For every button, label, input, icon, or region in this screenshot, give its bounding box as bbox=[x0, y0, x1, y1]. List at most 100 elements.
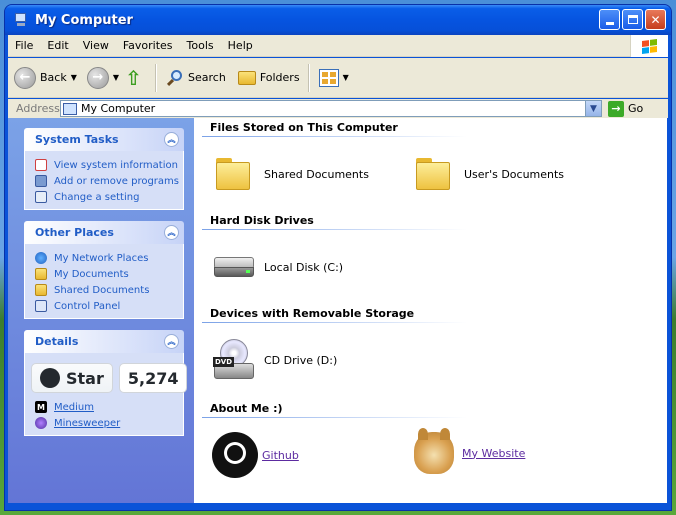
windows-logo-icon bbox=[630, 35, 668, 57]
github-star-widget: Star 5,274 bbox=[31, 363, 188, 393]
address-bar: Address My Computer ▼ → Go bbox=[8, 99, 668, 118]
up-folder-icon[interactable]: ⇧ bbox=[125, 67, 147, 89]
place-my-documents[interactable]: My Documents bbox=[35, 266, 183, 282]
minesweeper-icon bbox=[35, 417, 47, 429]
section-divider bbox=[202, 136, 467, 137]
task-pane: System Tasks ︽ View system information A… bbox=[8, 118, 194, 503]
section-hdd-title: Hard Disk Drives bbox=[210, 214, 314, 227]
title-bar[interactable]: My Computer ✕ bbox=[5, 5, 671, 35]
toolbar-separator bbox=[307, 63, 309, 92]
menu-bar: File Edit View Favorites Tools Help bbox=[8, 35, 668, 57]
medium-icon: M bbox=[35, 401, 47, 413]
collapse-icon[interactable]: ︽ bbox=[164, 132, 179, 147]
place-control-panel[interactable]: Control Panel bbox=[35, 298, 183, 314]
other-places-header[interactable]: Other Places ︽ bbox=[24, 221, 184, 244]
back-button[interactable]: ← Back ▼ bbox=[14, 66, 77, 89]
address-input[interactable]: My Computer ▼ bbox=[60, 100, 602, 117]
tile-my-website[interactable]: My Website bbox=[414, 428, 526, 474]
my-computer-window: My Computer ✕ File Edit View Favorites T… bbox=[4, 4, 672, 511]
tile-label: My Website bbox=[462, 446, 526, 460]
collapse-icon[interactable]: ︽ bbox=[164, 334, 179, 349]
toolbar: ← Back ▼ → ▼ ⇧ Search Folders ▼ bbox=[8, 58, 668, 98]
star-count[interactable]: 5,274 bbox=[118, 363, 188, 393]
task-add-remove-programs[interactable]: Add or remove programs bbox=[35, 173, 183, 189]
menu-help[interactable]: Help bbox=[221, 39, 260, 52]
minimize-button[interactable] bbox=[599, 9, 620, 30]
folder-icon bbox=[214, 158, 252, 190]
link-label: Medium bbox=[54, 401, 94, 413]
menu-file[interactable]: File bbox=[8, 39, 40, 52]
github-star-button[interactable]: Star bbox=[31, 363, 113, 393]
back-dropdown-icon[interactable]: ▼ bbox=[71, 73, 77, 82]
other-places-title: Other Places bbox=[35, 226, 114, 239]
window-title: My Computer bbox=[35, 12, 133, 28]
tile-github[interactable]: Github bbox=[212, 432, 299, 478]
section-about-title: About Me :) bbox=[210, 402, 283, 415]
menu-tools[interactable]: Tools bbox=[180, 39, 221, 52]
search-label: Search bbox=[188, 71, 226, 84]
back-label: Back bbox=[40, 71, 67, 84]
search-button[interactable]: Search bbox=[166, 69, 226, 87]
forward-dropdown-icon[interactable]: ▼ bbox=[113, 73, 119, 82]
tile-shared-documents[interactable]: Shared Documents bbox=[214, 158, 369, 190]
dvd-drive-icon: DVD bbox=[212, 339, 256, 381]
details-link-medium[interactable]: M Medium bbox=[35, 399, 183, 415]
tile-label: Shared Documents bbox=[264, 167, 369, 181]
github-icon bbox=[40, 368, 60, 388]
tile-local-disk-c[interactable]: Local Disk (C:) bbox=[212, 253, 343, 281]
views-icon bbox=[318, 68, 339, 87]
place-label: Shared Documents bbox=[54, 284, 150, 296]
computer-icon bbox=[13, 12, 29, 28]
github-icon bbox=[212, 432, 258, 478]
address-label: Address bbox=[16, 102, 60, 115]
doge-icon bbox=[414, 428, 454, 474]
section-divider bbox=[202, 322, 467, 323]
details-link-minesweeper[interactable]: Minesweeper bbox=[35, 415, 183, 431]
menu-view[interactable]: View bbox=[76, 39, 116, 52]
go-button[interactable]: → Go bbox=[608, 100, 644, 117]
star-label: Star bbox=[66, 368, 104, 388]
tile-label: CD Drive (D:) bbox=[264, 353, 338, 367]
forward-button[interactable]: → ▼ bbox=[86, 66, 119, 89]
forward-arrow-icon: → bbox=[86, 66, 109, 89]
system-info-icon bbox=[35, 159, 47, 171]
tile-users-documents[interactable]: User's Documents bbox=[414, 158, 564, 190]
address-value: My Computer bbox=[81, 102, 156, 115]
views-dropdown-icon[interactable]: ▼ bbox=[343, 73, 349, 82]
tile-label: User's Documents bbox=[464, 167, 565, 181]
computer-icon bbox=[63, 102, 77, 115]
place-my-network-places[interactable]: My Network Places bbox=[35, 250, 183, 266]
system-tasks-header[interactable]: System Tasks ︽ bbox=[24, 128, 184, 151]
tile-label: Github bbox=[262, 448, 299, 462]
task-label: View system information bbox=[54, 159, 178, 171]
section-divider bbox=[202, 229, 467, 230]
control-panel-icon bbox=[35, 300, 47, 312]
collapse-icon[interactable]: ︽ bbox=[164, 225, 179, 240]
go-label: Go bbox=[628, 102, 644, 115]
task-change-setting[interactable]: Change a setting bbox=[35, 189, 183, 205]
folders-button[interactable]: Folders bbox=[237, 70, 300, 85]
search-icon bbox=[166, 69, 184, 87]
task-view-system-info[interactable]: View system information bbox=[35, 157, 183, 173]
details-panel: Details ︽ Star 5,274 M Medium Minesweepe… bbox=[24, 330, 188, 436]
folders-label: Folders bbox=[259, 71, 300, 84]
menu-edit[interactable]: Edit bbox=[40, 39, 75, 52]
maximize-button[interactable] bbox=[622, 9, 643, 30]
programs-icon bbox=[35, 175, 47, 187]
address-dropdown-icon[interactable]: ▼ bbox=[585, 101, 601, 116]
link-label: Minesweeper bbox=[54, 417, 121, 429]
details-header[interactable]: Details ︽ bbox=[24, 330, 184, 353]
section-files-title: Files Stored on This Computer bbox=[210, 121, 398, 134]
settings-icon bbox=[35, 191, 47, 203]
folder-icon bbox=[35, 268, 47, 280]
place-shared-documents[interactable]: Shared Documents bbox=[35, 282, 183, 298]
tile-cd-drive-d[interactable]: DVD CD Drive (D:) bbox=[212, 339, 337, 381]
details-title: Details bbox=[35, 335, 79, 348]
place-label: My Documents bbox=[54, 268, 129, 280]
folder-icon bbox=[237, 70, 256, 85]
other-places-panel: Other Places ︽ My Network Places My Docu… bbox=[24, 221, 184, 319]
content-area: System Tasks ︽ View system information A… bbox=[8, 118, 667, 503]
views-button[interactable]: ▼ bbox=[318, 68, 349, 87]
menu-favorites[interactable]: Favorites bbox=[116, 39, 180, 52]
close-button[interactable]: ✕ bbox=[645, 9, 666, 30]
